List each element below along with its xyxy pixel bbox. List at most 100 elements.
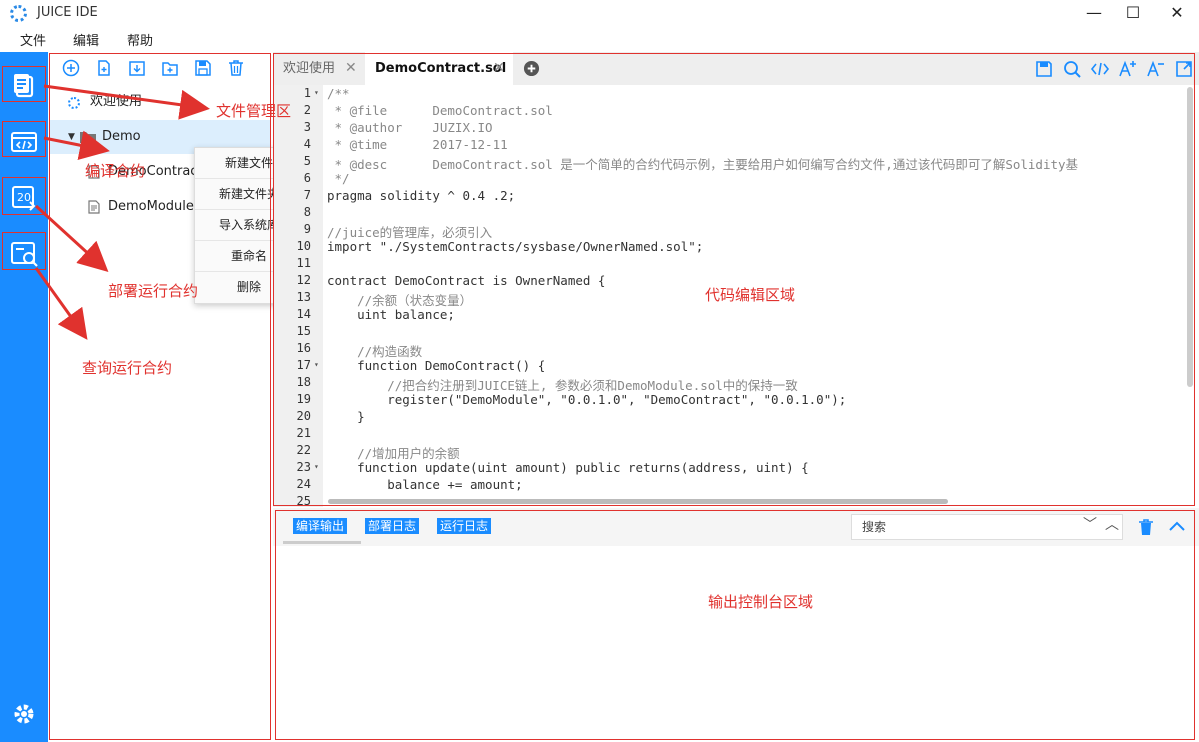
collapse-console-icon[interactable]	[1168, 519, 1186, 533]
code-line: pragma solidity ^ 0.4 .2;	[327, 188, 516, 203]
code-line: register("DemoModule", "0.0.1.0", "DemoC…	[327, 392, 847, 407]
line-number: 14	[296, 307, 311, 321]
fold-arrow-icon[interactable]: ▾	[314, 462, 319, 471]
activity-bar: 20	[0, 52, 48, 742]
line-number: 3	[303, 120, 311, 134]
chevron-up-icon[interactable]: ︿	[1105, 514, 1119, 534]
explorer-toolbar	[50, 52, 271, 86]
file-manager-icon[interactable]	[8, 70, 40, 102]
annotation-file-manager: 文件管理区	[216, 102, 292, 120]
line-number: 9	[303, 222, 311, 236]
output-console: 编译输出 部署日志 运行日志 搜索 ﹀ ︿	[273, 508, 1199, 742]
horizontal-scrollbar[interactable]	[328, 499, 948, 504]
code-line: import "./SystemContracts/sysbase/OwnerN…	[327, 239, 704, 254]
font-increase-icon[interactable]	[1118, 59, 1138, 79]
annotation-query: 查询运行合约	[82, 359, 173, 377]
annotation-deploy: 部署运行合约	[108, 282, 199, 300]
line-number: 5	[303, 154, 311, 168]
deploy-icon[interactable]: 20	[8, 182, 40, 214]
gear-icon[interactable]	[8, 698, 40, 730]
tab-label: 欢迎使用	[283, 61, 336, 76]
vertical-scrollbar[interactable]	[1187, 87, 1193, 387]
new-folder-icon[interactable]	[161, 59, 179, 77]
annotation-console: 输出控制台区域	[708, 593, 814, 611]
tab-compile-output[interactable]: 编译输出	[293, 518, 348, 534]
file-icon	[88, 200, 100, 214]
line-number: 17	[296, 358, 311, 372]
font-decrease-icon[interactable]	[1146, 59, 1166, 79]
juice-logo-icon	[68, 97, 80, 109]
caret-down-icon: ▼	[68, 132, 75, 142]
add-tab-icon[interactable]	[523, 60, 540, 77]
annotation-compile: 编译合约	[85, 162, 146, 180]
code-line: */	[327, 171, 350, 186]
chevron-down-icon[interactable]: ﹀	[1083, 514, 1097, 534]
menu-file[interactable]: 文件	[20, 30, 46, 49]
fullscreen-icon[interactable]	[1174, 59, 1194, 79]
title-bar: JUICE IDE — ☐ ✕	[0, 0, 1199, 26]
line-number: 12	[296, 273, 311, 287]
line-number: 6	[303, 171, 311, 185]
line-number: 22	[296, 443, 311, 457]
annotation-editor: 代码编辑区域	[705, 286, 796, 304]
fold-arrow-icon[interactable]: ▾	[314, 88, 319, 97]
import-icon[interactable]	[128, 59, 146, 77]
folder-icon	[80, 132, 96, 143]
editor-area: 欢迎使用 ✕ DemoContract.sol ✕ 1 ▾ 2 3 4 5 6 7 8 9	[273, 52, 1199, 508]
line-number-gutter: 1 ▾ 2 3 4 5 6 7 8 9 10 11 12 13 14 15 16 17 ▾ 18 19 20 21 22 23 ▾…	[273, 85, 323, 508]
code-line: contract DemoContract is OwnerNamed {	[327, 273, 606, 288]
code-format-icon[interactable]	[1090, 59, 1110, 79]
line-number: 8	[303, 205, 311, 219]
code-line: function update(uint amount) public retu…	[327, 460, 809, 475]
svg-text:20: 20	[17, 191, 31, 204]
line-number: 11	[296, 256, 311, 270]
code-line: * @author JUZIX.IO	[327, 120, 493, 135]
line-number: 13	[296, 290, 311, 304]
line-number: 21	[296, 426, 311, 440]
save-icon[interactable]	[1034, 59, 1054, 79]
code-line: balance += amount;	[327, 477, 523, 492]
close-icon[interactable]: ✕	[493, 52, 505, 85]
line-number: 1	[303, 86, 311, 100]
tab-indicator	[283, 541, 361, 544]
code-line: * @desc DemoContract.sol 是一个简单的合约代码示例，主要…	[327, 157, 1079, 172]
tree-item-label: Demo	[102, 129, 141, 144]
console-header: 编译输出 部署日志 运行日志 搜索 ﹀ ︿	[273, 508, 1199, 546]
tab-label: DemoContract.sol	[375, 61, 507, 76]
line-number: 18	[296, 375, 311, 389]
tab-run-log[interactable]: 运行日志	[437, 518, 492, 534]
tab-democontract[interactable]: DemoContract.sol ✕	[365, 52, 513, 85]
code-line: /**	[327, 86, 350, 101]
fold-arrow-icon[interactable]: ▾	[314, 360, 319, 369]
window-title: JUICE IDE	[37, 5, 98, 20]
tab-deploy-log[interactable]: 部署日志	[365, 518, 420, 534]
search-icon[interactable]	[1062, 59, 1082, 79]
menu-edit[interactable]: 编辑	[73, 30, 99, 49]
line-number: 24	[296, 477, 311, 491]
compile-icon[interactable]	[8, 126, 40, 158]
juice-logo-icon	[10, 5, 27, 22]
code-line: * @file DemoContract.sol	[327, 103, 553, 118]
maximize-button[interactable]: ☐	[1113, 2, 1153, 24]
line-number: 4	[303, 137, 311, 151]
code-line: uint balance;	[327, 307, 455, 322]
clear-console-icon[interactable]	[1138, 518, 1154, 536]
close-window-button[interactable]: ✕	[1157, 2, 1197, 24]
query-icon[interactable]	[8, 238, 40, 270]
add-circle-icon[interactable]	[62, 59, 80, 77]
line-number: 23	[296, 460, 311, 474]
menu-bar: 文件 编辑 帮助	[0, 26, 1199, 50]
code-line: * @time 2017-12-11	[327, 137, 508, 152]
line-number: 16	[296, 341, 311, 355]
tab-welcome[interactable]: 欢迎使用 ✕	[273, 52, 363, 85]
save-icon[interactable]	[194, 59, 212, 77]
line-number: 19	[296, 392, 311, 406]
line-number: 7	[303, 188, 311, 202]
menu-help[interactable]: 帮助	[127, 30, 153, 49]
delete-icon[interactable]	[227, 59, 245, 77]
tab-bar: 欢迎使用 ✕ DemoContract.sol ✕	[273, 52, 1199, 85]
new-file-icon[interactable]	[95, 59, 113, 77]
minimize-button[interactable]: —	[1074, 2, 1114, 24]
line-number: 10	[296, 239, 311, 253]
close-icon[interactable]: ✕	[345, 52, 357, 85]
